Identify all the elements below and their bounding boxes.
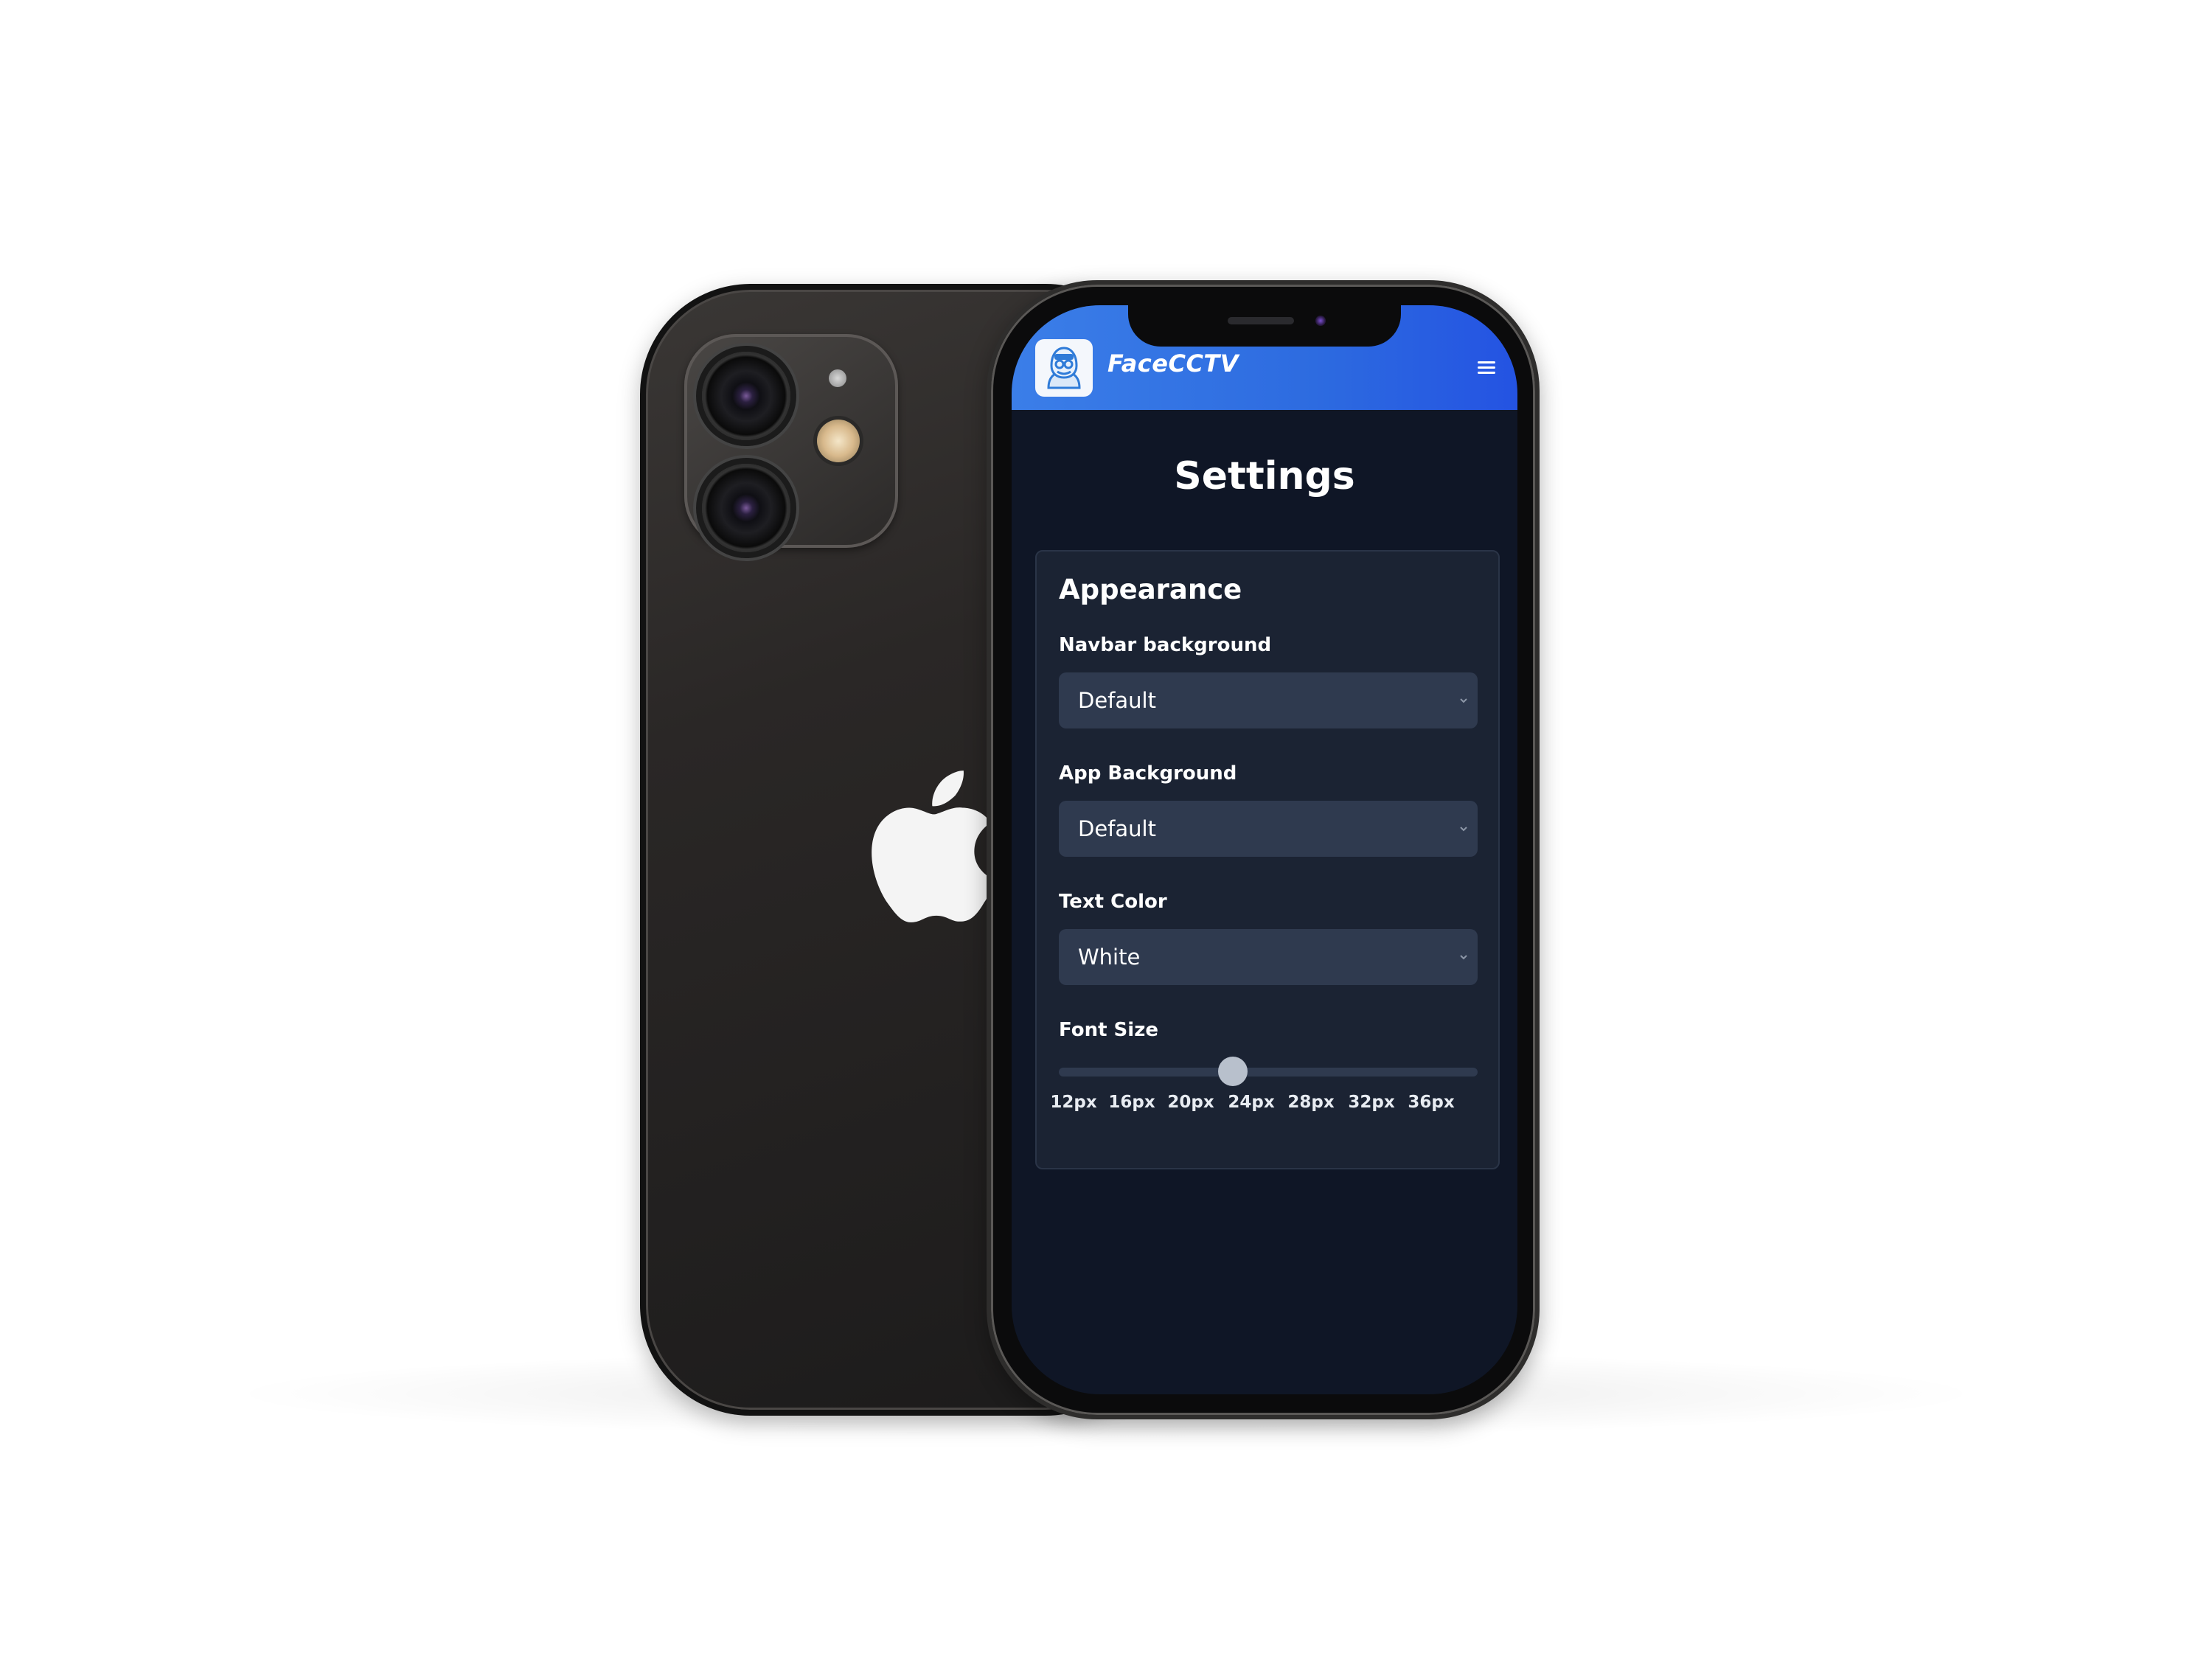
- microphone-icon: [829, 369, 846, 387]
- brand-name[interactable]: FaceCCTV: [1107, 349, 1239, 378]
- page-title: Settings: [1174, 454, 1355, 498]
- app-background-select[interactable]: Default: [1059, 801, 1478, 857]
- flash-icon: [817, 420, 860, 462]
- font-size-tick: 36px: [1408, 1093, 1455, 1112]
- chevron-down-icon: [1460, 955, 1467, 960]
- navbar-background-select[interactable]: Default: [1059, 672, 1478, 728]
- text-color-select[interactable]: White: [1059, 929, 1478, 985]
- hooded-figure-avatar-icon[interactable]: [1035, 339, 1093, 397]
- font-size-tick: 20px: [1167, 1093, 1214, 1112]
- notch: [1128, 305, 1401, 347]
- front-camera-icon: [1315, 316, 1326, 326]
- hamburger-menu-icon[interactable]: [1478, 361, 1495, 376]
- font-size-slider-thumb[interactable]: [1218, 1057, 1248, 1086]
- font-size-tick: 32px: [1348, 1093, 1395, 1112]
- app-background-label: App Background: [1059, 762, 1237, 785]
- text-color-label: Text Color: [1059, 891, 1167, 913]
- section-heading: Appearance: [1059, 574, 1242, 605]
- app-screen: FaceCCTV Settings Appearance Navbar back…: [1012, 305, 1517, 1394]
- chevron-down-icon: [1460, 827, 1467, 832]
- font-size-tick: 12px: [1050, 1093, 1097, 1112]
- select-value: Default: [1078, 688, 1156, 713]
- select-value: White: [1078, 945, 1141, 970]
- font-size-label: Font Size: [1059, 1019, 1158, 1041]
- earpiece-speaker: [1228, 317, 1294, 324]
- font-size-tick: 28px: [1287, 1093, 1335, 1112]
- phone-front: FaceCCTV Settings Appearance Navbar back…: [987, 280, 1540, 1419]
- font-size-tick: 16px: [1108, 1093, 1155, 1112]
- appearance-card: Appearance Navbar background Default App…: [1035, 550, 1500, 1169]
- select-value: Default: [1078, 816, 1156, 841]
- navbar-background-label: Navbar background: [1059, 634, 1272, 656]
- apple-logo-icon: [872, 771, 995, 922]
- font-size-tick: 24px: [1228, 1093, 1275, 1112]
- font-size-slider-track[interactable]: [1059, 1068, 1478, 1077]
- camera-lens-icon: [702, 464, 790, 552]
- chevron-down-icon: [1460, 698, 1467, 703]
- camera-module: [684, 334, 898, 552]
- camera-lens-icon: [702, 352, 790, 440]
